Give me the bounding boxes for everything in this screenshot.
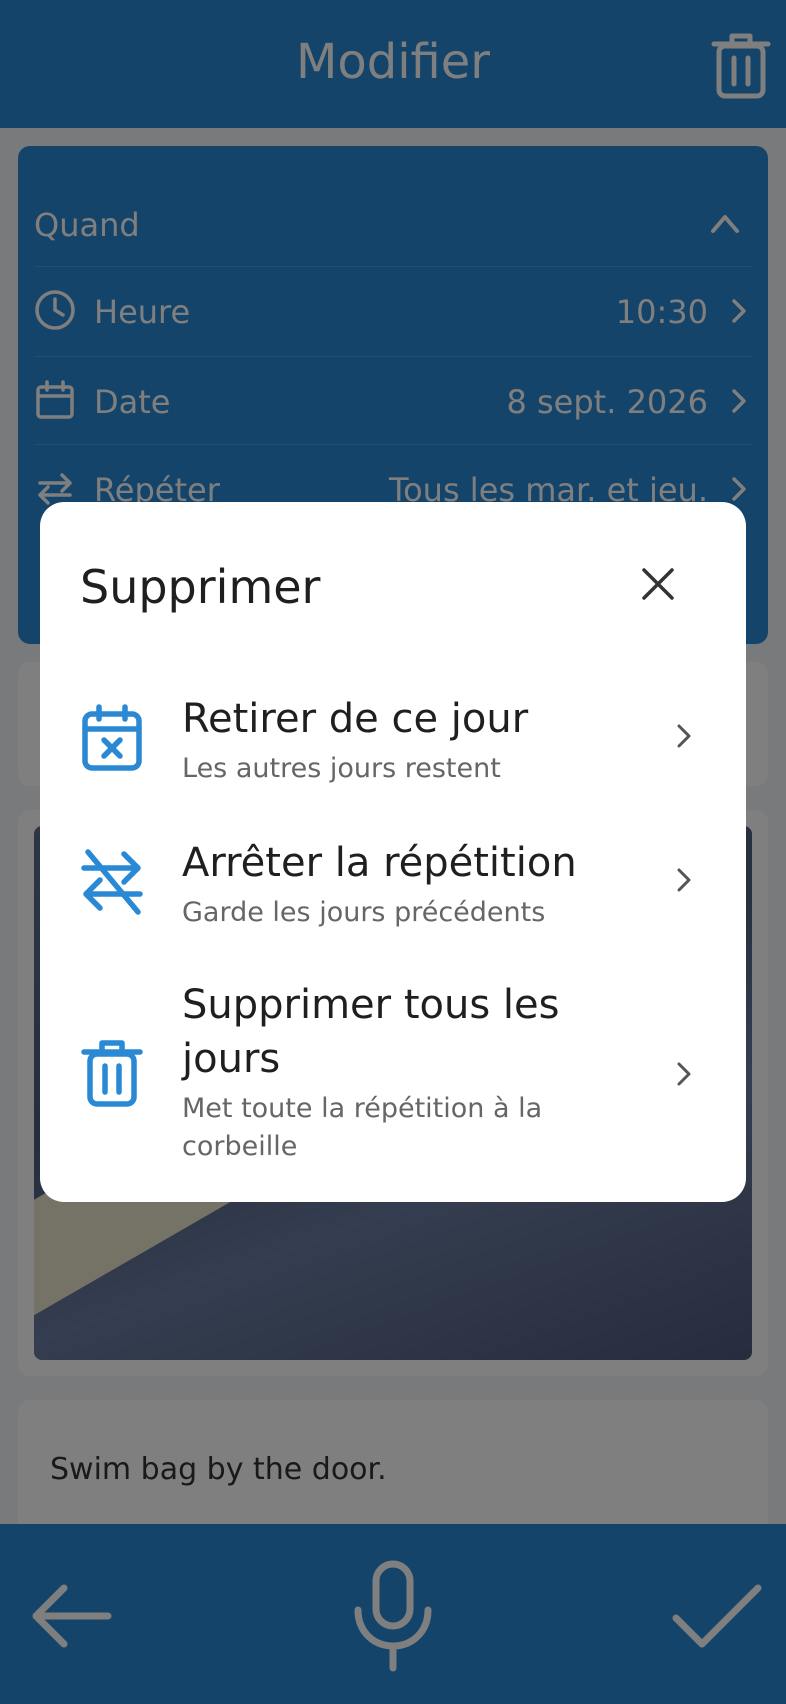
- option-subtitle: Met toute la répétition à la corbeille: [182, 1093, 543, 1162]
- option-remove-this-day[interactable]: Retirer de ce jour Les autres jours rest…: [40, 692, 746, 796]
- close-icon[interactable]: [640, 566, 676, 602]
- option-title: Arrêter la répétition: [182, 840, 577, 886]
- dialog-title: Supprimer: [80, 560, 321, 614]
- option-title: Retirer de ce jour: [182, 696, 529, 742]
- option-title: Supprimer tous les jours: [182, 982, 560, 1082]
- chevron-right-icon: [677, 868, 691, 892]
- option-delete-all-days[interactable]: Supprimer tous les jours Met toute la ré…: [40, 978, 746, 1174]
- option-stop-repeat[interactable]: Arrêter la répétition Garde les jours pr…: [40, 836, 746, 940]
- calendar-x-icon: [82, 704, 142, 771]
- trash-icon: [81, 1040, 143, 1107]
- delete-dialog: Supprimer Retirer de ce jour Les autres …: [40, 502, 746, 1202]
- option-subtitle: Garde les jours précédents: [182, 897, 546, 928]
- chevron-right-icon: [677, 724, 691, 748]
- chevron-right-icon: [677, 1062, 691, 1086]
- option-subtitle: Les autres jours restent: [182, 753, 501, 784]
- repeat-off-icon: [81, 849, 143, 915]
